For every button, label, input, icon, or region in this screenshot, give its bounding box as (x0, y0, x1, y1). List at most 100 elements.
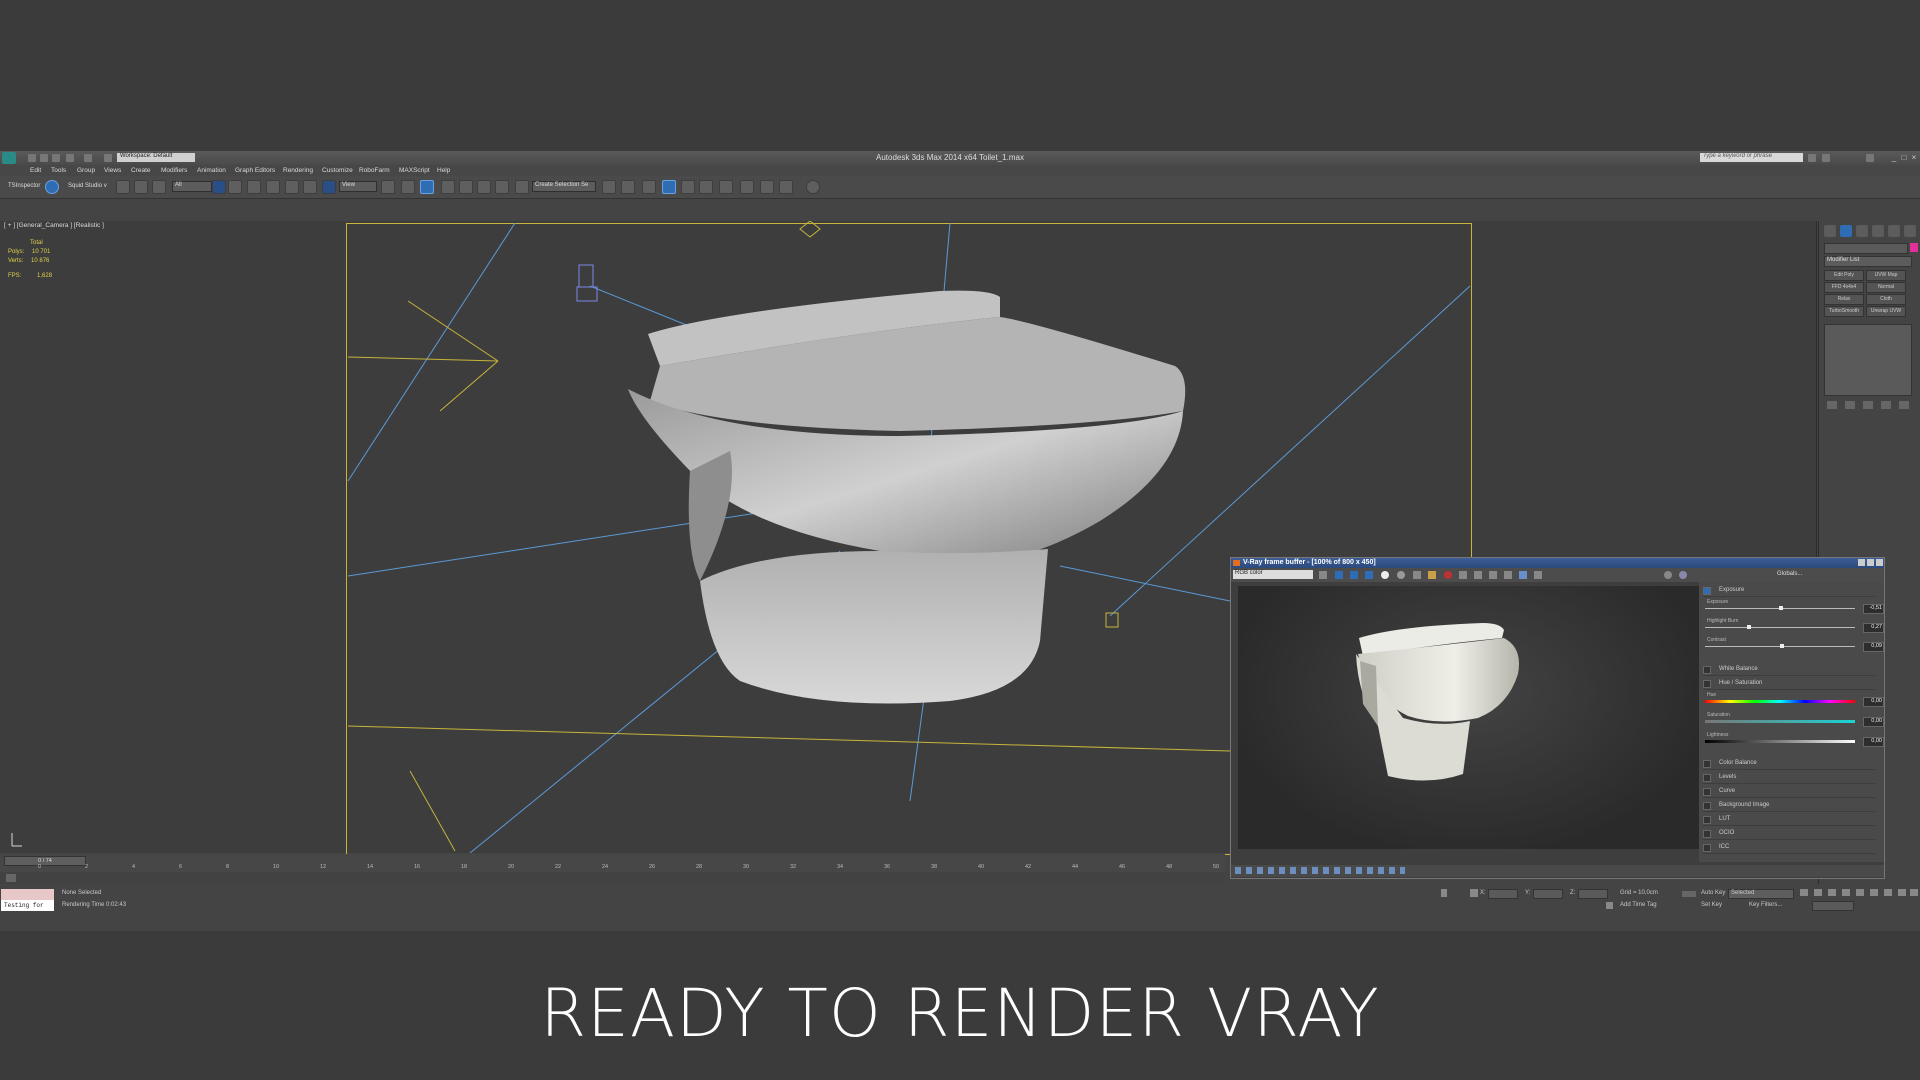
next-frame-icon[interactable] (1842, 889, 1850, 896)
menu-maxscript[interactable]: MAXScript (399, 167, 430, 174)
modifier-button-unwrap-uvw[interactable]: Unwrap UVW (1866, 306, 1906, 317)
exposure-checkbox[interactable] (1703, 587, 1711, 595)
menu-rendering[interactable]: Rendering (283, 167, 313, 174)
maximize-viewport-icon[interactable] (1910, 889, 1918, 896)
modifier-button-relax[interactable]: Relax (1824, 294, 1864, 305)
bind-spacewarp-icon[interactable] (152, 180, 166, 194)
reference-coord-dropdown[interactable]: View (339, 181, 377, 192)
menu-edit[interactable]: Edit (30, 167, 41, 174)
hue-saturation-section[interactable]: Hue / Saturation (1703, 678, 1875, 690)
mono-icon[interactable] (1397, 571, 1405, 579)
redo-icon[interactable] (84, 154, 92, 162)
go-to-start-icon[interactable] (1800, 889, 1808, 896)
modifier-list-dropdown[interactable]: Modifier List (1824, 256, 1912, 267)
keyboard-shortcut-icon[interactable] (420, 180, 434, 194)
selected-dropdown[interactable]: Selected (1728, 889, 1794, 899)
max-logo-icon[interactable] (2, 152, 16, 164)
menu-robofarm[interactable]: RoboFarm (359, 167, 390, 174)
select-object-icon[interactable] (212, 180, 226, 194)
exposure-slider-thumb[interactable] (1779, 606, 1783, 610)
menu-customize[interactable]: Customize (322, 167, 353, 174)
configure-sets-icon[interactable] (1899, 401, 1909, 409)
time-configuration-icon[interactable] (6, 874, 16, 882)
rendered-frame-window-icon[interactable] (760, 180, 774, 194)
track-bar[interactable] (0, 872, 1225, 884)
lightness-slider[interactable] (1705, 740, 1855, 743)
hierarchy-tab-icon[interactable] (1856, 225, 1868, 237)
menu-help[interactable]: Help (437, 167, 450, 174)
x-coord-field[interactable] (1488, 889, 1518, 899)
help-icon[interactable] (1866, 154, 1874, 162)
menu-modifiers[interactable]: Modifiers (161, 167, 187, 174)
select-manipulate-icon[interactable] (401, 180, 415, 194)
globals-button[interactable]: Globals... (1777, 571, 1802, 577)
menu-views[interactable]: Views (104, 167, 121, 174)
modifier-button-ffd[interactable]: FFD 4x4x4 (1824, 282, 1864, 293)
orbit-icon[interactable] (1898, 889, 1906, 896)
modify-tab-icon[interactable] (1840, 225, 1852, 237)
pin-stack-icon[interactable] (1827, 401, 1837, 409)
lut-section[interactable]: LUT (1703, 814, 1875, 826)
set-key-button[interactable]: Set Key (1701, 902, 1722, 908)
modifier-button-uvw-map[interactable]: UVW Map (1866, 270, 1906, 281)
show-corrections-icon[interactable] (1679, 571, 1687, 579)
highlight-burn-slider-thumb[interactable] (1747, 625, 1751, 629)
ts-inspector-label[interactable]: TSInspector (8, 183, 40, 189)
close-icon[interactable]: × (1910, 154, 1918, 162)
window-crossing-icon[interactable] (266, 180, 280, 194)
scene-explorer-icon[interactable] (662, 180, 676, 194)
saturation-value[interactable]: 0,00 (1863, 717, 1884, 727)
make-unique-icon[interactable] (1863, 401, 1873, 409)
rotate-icon[interactable] (303, 180, 317, 194)
select-by-name-icon[interactable] (228, 180, 242, 194)
absolute-mode-icon[interactable] (1470, 889, 1478, 897)
create-tab-icon[interactable] (1824, 225, 1836, 237)
modifier-stack[interactable] (1824, 324, 1912, 396)
blue-channel-icon[interactable] (1365, 571, 1373, 579)
saturation-slider[interactable] (1705, 720, 1855, 723)
add-time-tag-button[interactable]: Add Time Tag (1620, 902, 1657, 908)
history-icon[interactable] (1534, 571, 1542, 579)
menu-tools[interactable]: Tools (51, 167, 66, 174)
background-image-checkbox[interactable] (1703, 802, 1711, 810)
time-tag-icon[interactable] (1606, 902, 1613, 909)
time-slider[interactable]: 0 / 74 0 2 4 6 8 10 12 14 16 18 20 22 24 26 28 30 32 34 36… (0, 854, 1225, 872)
object-color-swatch[interactable] (1910, 243, 1918, 252)
sign-in-icon[interactable] (1822, 154, 1830, 162)
modifier-button-edit-poly[interactable]: Edit Poly (1824, 270, 1864, 281)
save-image-icon[interactable] (1413, 571, 1421, 579)
material-editor-icon[interactable] (719, 180, 733, 194)
exposure-value[interactable]: -0,51 (1863, 604, 1884, 614)
remove-modifier-icon[interactable] (1881, 401, 1891, 409)
selection-lock-icon[interactable] (1441, 889, 1447, 897)
menu-group[interactable]: Group (77, 167, 95, 174)
icc-checkbox[interactable] (1703, 844, 1711, 852)
levels-section[interactable]: Levels (1703, 772, 1875, 784)
prev-frame-icon[interactable] (1814, 889, 1822, 896)
red-channel-icon[interactable] (1335, 571, 1343, 579)
y-coord-field[interactable] (1533, 889, 1563, 899)
render-production-icon[interactable] (779, 180, 793, 194)
workspace-dropdown[interactable]: Workspace: Default (117, 153, 195, 162)
alpha-channel-icon[interactable] (1381, 571, 1389, 579)
stamp-icon[interactable] (1519, 571, 1527, 579)
vfb-close-icon[interactable] (1876, 559, 1883, 566)
color-balance-checkbox[interactable] (1703, 760, 1711, 768)
rect-selection-icon[interactable] (247, 180, 261, 194)
link-icon[interactable] (116, 180, 130, 194)
contrast-slider-thumb[interactable] (1780, 644, 1784, 648)
ts-inspector-icon[interactable] (45, 180, 59, 194)
lut-checkbox[interactable] (1703, 816, 1711, 824)
color-balance-section[interactable]: Color Balance (1703, 758, 1875, 770)
key-mode-icon[interactable] (1682, 891, 1696, 897)
vfb-maximize-icon[interactable] (1867, 559, 1874, 566)
mirror-icon[interactable] (602, 180, 616, 194)
percent-snap-icon[interactable] (477, 180, 491, 194)
motion-tab-icon[interactable] (1872, 225, 1884, 237)
link-to-max-icon[interactable] (1504, 571, 1512, 579)
icc-section[interactable]: ICC (1703, 842, 1875, 854)
levels-checkbox[interactable] (1703, 774, 1711, 782)
color-channel-icon[interactable] (1319, 571, 1327, 579)
move-icon[interactable] (285, 180, 299, 194)
pan-icon[interactable] (1884, 889, 1892, 896)
